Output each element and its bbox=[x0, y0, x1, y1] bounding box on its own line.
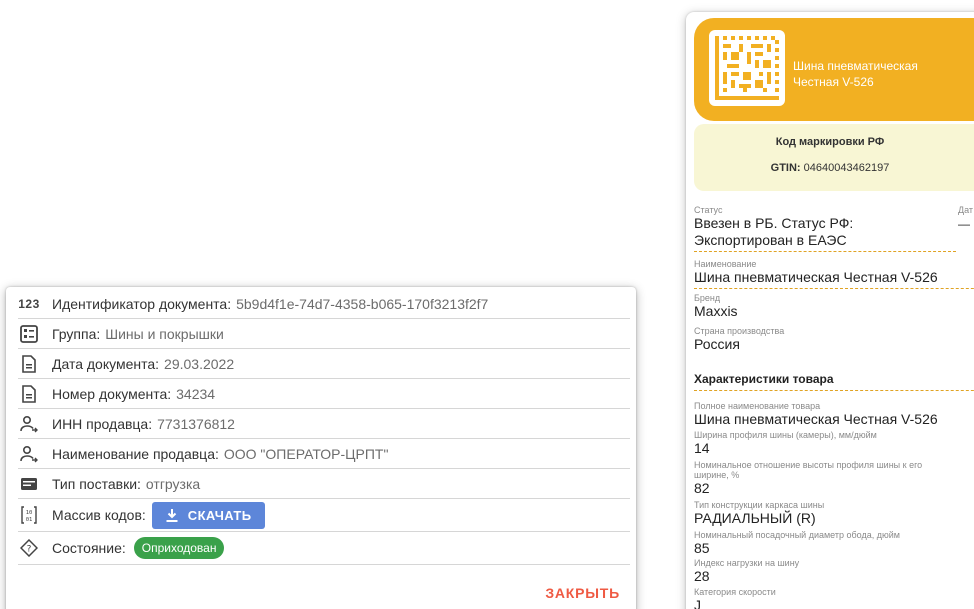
status-value-line-1: Ввезен в РБ. Статус РФ: bbox=[694, 215, 854, 231]
document-number-value: 34234 bbox=[176, 385, 216, 402]
document-details-dialog: 123 Идентификатор документа: 5b9d4f1e-74… bbox=[6, 287, 636, 609]
svg-text:?: ? bbox=[27, 545, 32, 555]
close-button[interactable]: ЗАКРЫТЬ bbox=[545, 585, 620, 601]
seller-name-label: Наименование продавца: bbox=[52, 445, 219, 462]
download-icon bbox=[166, 508, 178, 522]
full-name-value: Шина пневматическая Честная V-526 bbox=[694, 411, 938, 427]
brand-value: Maxxis bbox=[694, 303, 738, 319]
product-name-line-1: Шина пневматическая bbox=[793, 59, 918, 73]
load-index-value: 28 bbox=[694, 568, 710, 584]
svg-text:10: 10 bbox=[26, 510, 33, 516]
help-rhombus-icon: ? bbox=[18, 537, 40, 559]
speed-category-label: Категория скорости bbox=[694, 587, 776, 597]
row-group: Группа: Шины и покрышки bbox=[18, 319, 630, 349]
group-value: Шины и покрышки bbox=[105, 325, 224, 342]
row-delivery-type: Тип поставки: отгрузка bbox=[18, 469, 630, 499]
download-label: СКАЧАТЬ bbox=[187, 507, 252, 523]
gtin: GTIN: 04640043462197 bbox=[694, 162, 966, 174]
code-array-icon: 10 01 bbox=[18, 504, 40, 526]
card-text-icon bbox=[18, 473, 40, 495]
download-button[interactable]: СКАЧАТЬ bbox=[151, 501, 266, 529]
svg-text:01: 01 bbox=[26, 517, 33, 523]
status-label: Статус bbox=[694, 205, 723, 215]
width-field: Ширина профиля шины (камеры), мм/дюйм 14 bbox=[694, 430, 974, 457]
country-label: Страна производства bbox=[694, 326, 785, 336]
brand-field: Бренд Maxxis bbox=[694, 293, 974, 320]
document-id-label: Идентификатор документа: bbox=[52, 295, 232, 312]
row-seller-inn: ИНН продавца: 7731376812 bbox=[18, 409, 630, 439]
brand-label: Бренд bbox=[694, 293, 721, 303]
seller-name-value: ООО "ОПЕРАТОР-ЦРПТ" bbox=[223, 445, 389, 462]
document-date-value: 29.03.2022 bbox=[164, 355, 235, 372]
country-field: Страна производства Россия bbox=[694, 326, 974, 353]
account-arrow-icon bbox=[18, 413, 40, 435]
speed-category-value: J bbox=[694, 597, 701, 609]
status-badge: Оприходован bbox=[133, 537, 225, 559]
gtin-label: GTIN: bbox=[770, 162, 801, 174]
datamatrix-code bbox=[709, 30, 785, 106]
construction-label: Тип конструкции каркаса шины bbox=[694, 500, 825, 510]
group-label: Группа: bbox=[52, 325, 101, 342]
numeric-123-icon: 123 bbox=[18, 296, 40, 311]
product-header: Шина пневматическая Честная V-526 bbox=[694, 18, 974, 121]
width-label: Ширина профиля шины (камеры), мм/дюйм bbox=[694, 430, 877, 440]
row-seller-name: Наименование продавца: ООО "ОПЕРАТОР-ЦРП… bbox=[18, 439, 630, 469]
full-name-label: Полное наименование товара bbox=[694, 401, 821, 411]
list-box-icon bbox=[18, 323, 40, 345]
row-document-date: Дата документа: 29.03.2022 bbox=[18, 349, 630, 379]
account-arrow-icon bbox=[18, 443, 40, 465]
document-icon bbox=[18, 353, 40, 375]
document-icon bbox=[18, 383, 40, 405]
date-value: — bbox=[958, 217, 970, 231]
product-name-line-2: Честная V-526 bbox=[793, 75, 874, 89]
gtin-value: 04640043462197 bbox=[803, 162, 890, 174]
document-date-label: Дата документа: bbox=[52, 355, 160, 372]
delivery-type-label: Тип поставки: bbox=[52, 475, 141, 492]
speed-category-field: Категория скорости J bbox=[694, 587, 974, 609]
ratio-label-line-2: ширине, % bbox=[694, 470, 740, 480]
load-index-field: Индекс нагрузки на шину 28 bbox=[694, 558, 974, 585]
diameter-field: Номинальный посадочный диаметр обода, дю… bbox=[694, 530, 974, 557]
load-index-label: Индекс нагрузки на шину bbox=[694, 558, 800, 568]
codes-array-label: Массив кодов: bbox=[52, 507, 146, 523]
diameter-label: Номинальный посадочный диаметр обода, дю… bbox=[694, 530, 900, 540]
name-value: Шина пневматическая Честная V-526 bbox=[694, 269, 938, 285]
marking-code-block: Код маркировки РФ GTIN: 04640043462197 bbox=[694, 124, 974, 191]
seller-inn-label: ИНН продавца: bbox=[52, 415, 153, 432]
ratio-value: 82 bbox=[694, 480, 710, 496]
document-number-label: Номер документа: bbox=[52, 385, 172, 402]
delivery-type-value: отгрузка bbox=[145, 475, 201, 492]
construction-value: РАДИАЛЬНЫЙ (R) bbox=[694, 510, 816, 526]
marking-code-title: Код маркировки РФ bbox=[775, 136, 885, 148]
ratio-label-line-1: Номинальное отношение высоты профиля шин… bbox=[694, 460, 923, 470]
row-codes-array: 10 01 Массив кодов: СКАЧАТЬ bbox=[18, 499, 630, 532]
name-label: Наименование bbox=[694, 259, 757, 269]
seller-inn-value: 7731376812 bbox=[157, 415, 235, 432]
row-document-id: 123 Идентификатор документа: 5b9d4f1e-74… bbox=[18, 289, 630, 319]
date-label: Дат bbox=[958, 205, 974, 215]
document-fields: 123 Идентификатор документа: 5b9d4f1e-74… bbox=[18, 289, 630, 565]
country-value: Россия bbox=[694, 336, 740, 352]
product-card: Шина пневматическая Честная V-526 Код ма… bbox=[686, 12, 974, 609]
status-field: Статус Ввезен в РБ. Статус РФ: Экспортир… bbox=[694, 205, 956, 252]
characteristics-heading: Характеристики товара bbox=[694, 372, 974, 391]
document-id-value: 5b9d4f1e-74d7-4358-b065-170f3213f2f7 bbox=[236, 295, 489, 312]
name-field: Наименование Шина пневматическая Честная… bbox=[694, 259, 974, 289]
width-value: 14 bbox=[694, 440, 710, 456]
row-state: ? Состояние: Оприходован bbox=[18, 532, 630, 565]
full-name-field: Полное наименование товара Шина пневмати… bbox=[694, 401, 974, 428]
ratio-field: Номинальное отношение высоты профиля шин… bbox=[694, 460, 974, 497]
datamatrix-icon bbox=[715, 36, 779, 100]
diameter-value: 85 bbox=[694, 540, 710, 556]
product-name-header: Шина пневматическая Честная V-526 bbox=[793, 58, 918, 90]
row-document-number: Номер документа: 34234 bbox=[18, 379, 630, 409]
state-label: Состояние: bbox=[52, 540, 126, 556]
status-value-line-2: Экспортирован в ЕАЭС bbox=[694, 232, 847, 248]
construction-field: Тип конструкции каркаса шины РАДИАЛЬНЫЙ … bbox=[694, 500, 974, 527]
